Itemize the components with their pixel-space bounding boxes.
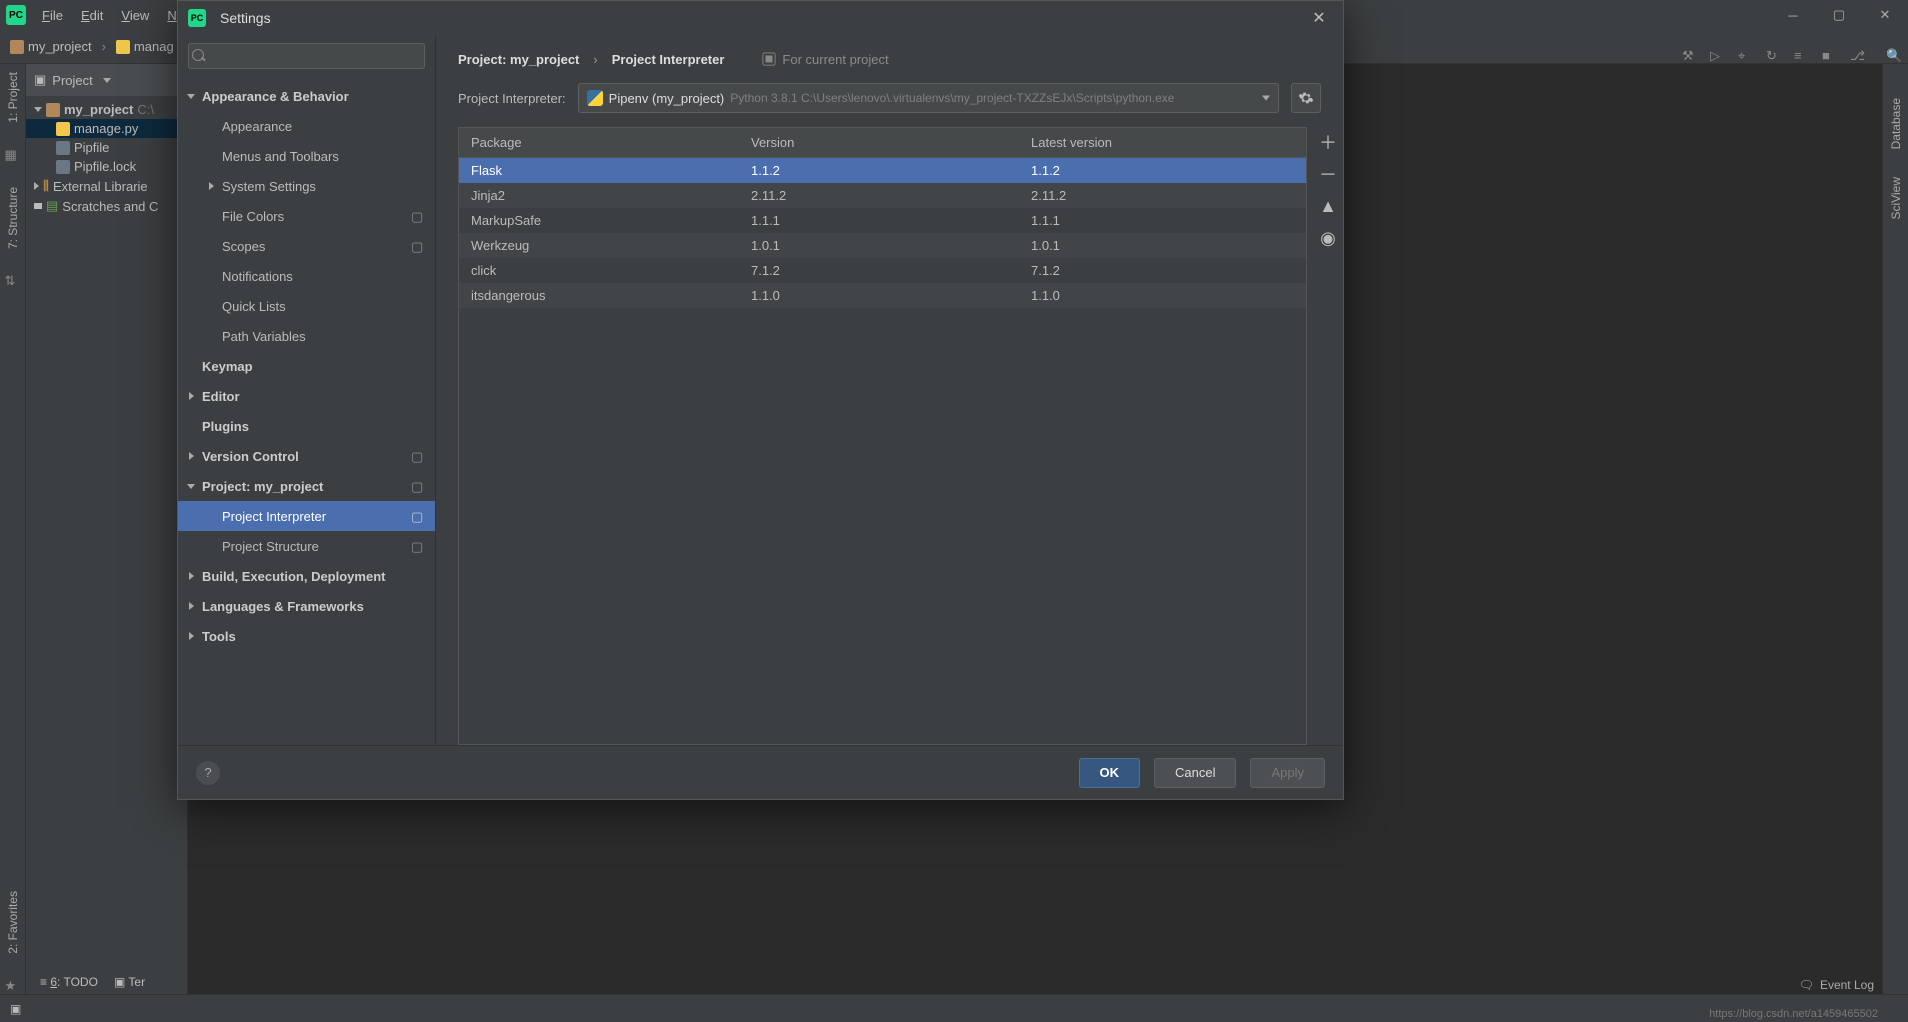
interpreter-row: Project Interpreter: Pipenv (my_project)… — [436, 83, 1343, 127]
python-icon — [587, 90, 603, 106]
breadcrumb-root: Project: my_project — [458, 52, 579, 67]
cell-latest: 1.1.2 — [1019, 158, 1306, 183]
interpreter-path: Python 3.8.1 C:\Users\lenovo\.virtualenv… — [730, 91, 1174, 105]
tree-item-path-variables[interactable]: Path Variables — [178, 321, 435, 351]
table-row[interactable]: click7.1.27.1.2 — [459, 258, 1306, 283]
per-project-icon: ▢ — [411, 509, 425, 523]
add-package-button[interactable]: ＋ — [1317, 131, 1339, 153]
col-header-version[interactable]: Version — [739, 128, 1019, 157]
tree-item-tools[interactable]: Tools — [178, 621, 435, 651]
per-project-icon: ▢ — [411, 539, 425, 553]
cell-version: 7.1.2 — [739, 258, 1019, 283]
per-project-icon: ▢ — [411, 449, 425, 463]
dialog-title: Settings — [220, 10, 271, 26]
help-button[interactable]: ? — [196, 761, 220, 785]
cell-latest: 1.1.0 — [1019, 283, 1306, 308]
tree-item-menus-toolbars[interactable]: Menus and Toolbars — [178, 141, 435, 171]
table-row[interactable]: itsdangerous1.1.01.1.0 — [459, 283, 1306, 308]
table-row[interactable]: Werkzeug1.0.11.0.1 — [459, 233, 1306, 258]
table-row[interactable]: Flask1.1.21.1.2 — [459, 158, 1306, 183]
tree-item-build[interactable]: Build, Execution, Deployment — [178, 561, 435, 591]
cell-version: 1.1.0 — [739, 283, 1019, 308]
cell-latest: 7.1.2 — [1019, 258, 1306, 283]
tree-item-notifications[interactable]: Notifications — [178, 261, 435, 291]
tree-item-scopes[interactable]: Scopes▢ — [178, 231, 435, 261]
dialog-close-button[interactable]: ✕ — [1305, 4, 1333, 32]
tree-item-system-settings[interactable]: System Settings — [178, 171, 435, 201]
packages-table-body: Flask1.1.21.1.2Jinja22.11.22.11.2MarkupS… — [459, 158, 1306, 744]
pycharm-logo-icon: PC — [188, 9, 206, 27]
col-header-package[interactable]: Package — [459, 128, 739, 157]
cell-package: Jinja2 — [459, 183, 739, 208]
tree-item-project[interactable]: Project: my_project▢ — [178, 471, 435, 501]
cell-version: 2.11.2 — [739, 183, 1019, 208]
cell-version: 1.1.1 — [739, 208, 1019, 233]
upgrade-package-button[interactable]: ▲ — [1317, 195, 1339, 217]
packages-table-header: Package Version Latest version — [459, 128, 1306, 158]
tree-item-project-interpreter[interactable]: Project Interpreter▢ — [178, 501, 435, 531]
settings-dialog: PC Settings ✕ Appearance & Behavior Appe… — [177, 0, 1344, 800]
cell-package: click — [459, 258, 739, 283]
per-project-icon: ▢ — [411, 479, 425, 493]
tree-item-keymap[interactable]: Keymap — [178, 351, 435, 381]
chevron-down-icon — [1262, 96, 1270, 101]
table-row[interactable]: MarkupSafe1.1.11.1.1 — [459, 208, 1306, 233]
ok-button[interactable]: OK — [1079, 758, 1141, 788]
cell-latest: 1.1.1 — [1019, 208, 1306, 233]
breadcrumb-leaf: Project Interpreter — [612, 52, 725, 67]
tree-item-languages[interactable]: Languages & Frameworks — [178, 591, 435, 621]
settings-sidebar: Appearance & Behavior Appearance Menus a… — [178, 35, 436, 745]
interpreter-label: Project Interpreter: — [458, 91, 566, 106]
tree-item-appearance-behavior[interactable]: Appearance & Behavior — [178, 81, 435, 111]
interpreter-settings-button[interactable] — [1291, 83, 1321, 113]
chevron-right-icon — [589, 52, 601, 67]
packages-table: Package Version Latest version Flask1.1.… — [458, 127, 1307, 745]
dialog-overlay: PC Settings ✕ Appearance & Behavior Appe… — [0, 0, 1908, 1022]
settings-breadcrumb: Project: my_project Project Interpreter … — [436, 35, 1343, 83]
tree-item-plugins[interactable]: Plugins — [178, 411, 435, 441]
cell-version: 1.1.2 — [739, 158, 1019, 183]
settings-search-input[interactable] — [188, 43, 425, 69]
tree-item-editor[interactable]: Editor — [178, 381, 435, 411]
interpreter-name: Pipenv (my_project) — [609, 91, 725, 106]
gear-icon — [1298, 90, 1314, 106]
dialog-footer: ? OK Cancel Apply — [178, 745, 1343, 799]
show-early-releases-button[interactable]: ◉ — [1317, 227, 1339, 249]
tree-item-version-control[interactable]: Version Control▢ — [178, 441, 435, 471]
cell-package: Werkzeug — [459, 233, 739, 258]
col-header-latest[interactable]: Latest version — [1019, 128, 1306, 157]
cell-latest: 1.0.1 — [1019, 233, 1306, 258]
tree-item-file-colors[interactable]: File Colors▢ — [178, 201, 435, 231]
tree-item-project-structure[interactable]: Project Structure▢ — [178, 531, 435, 561]
cell-package: itsdangerous — [459, 283, 739, 308]
tree-item-quick-lists[interactable]: Quick Lists — [178, 291, 435, 321]
cell-package: Flask — [459, 158, 739, 183]
table-row[interactable]: Jinja22.11.22.11.2 — [459, 183, 1306, 208]
per-project-icon: ▢ — [411, 239, 425, 253]
packages-area: Package Version Latest version Flask1.1.… — [436, 127, 1343, 745]
for-current-project-hint: For current project — [762, 52, 888, 67]
cell-package: MarkupSafe — [459, 208, 739, 233]
cell-version: 1.0.1 — [739, 233, 1019, 258]
per-project-icon: ▢ — [411, 209, 425, 223]
tree-item-appearance[interactable]: Appearance — [178, 111, 435, 141]
cell-latest: 2.11.2 — [1019, 183, 1306, 208]
per-project-icon — [762, 52, 776, 66]
dialog-titlebar: PC Settings ✕ — [178, 1, 1343, 35]
settings-tree: Appearance & Behavior Appearance Menus a… — [178, 77, 435, 745]
interpreter-dropdown[interactable]: Pipenv (my_project) Python 3.8.1 C:\User… — [578, 83, 1279, 113]
apply-button[interactable]: Apply — [1250, 758, 1325, 788]
remove-package-button[interactable]: － — [1317, 163, 1339, 185]
packages-toolbar: ＋ － ▲ ◉ — [1307, 127, 1343, 745]
cancel-button[interactable]: Cancel — [1154, 758, 1236, 788]
settings-main-pane: Project: my_project Project Interpreter … — [436, 35, 1343, 745]
settings-search-wrap — [178, 35, 435, 77]
